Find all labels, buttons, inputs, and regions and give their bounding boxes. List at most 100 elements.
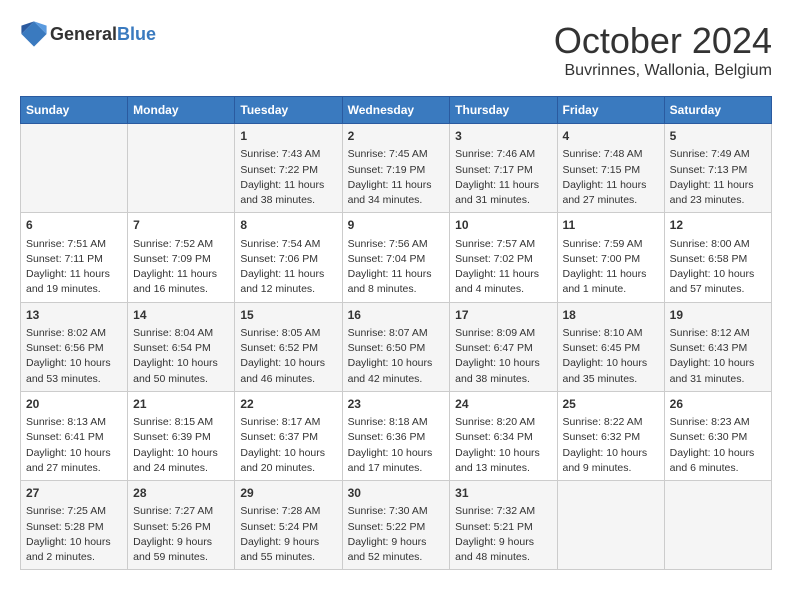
- day-info: Sunrise: 8:13 AM: [26, 415, 122, 430]
- day-number: 2: [348, 128, 445, 145]
- day-info: Daylight: 10 hours and 38 minutes.: [455, 356, 551, 386]
- calendar-cell: 13 Sunrise: 8:02 AMSunset: 6:56 PMDayligh…: [21, 302, 128, 391]
- calendar-header-row: SundayMondayTuesdayWednesdayThursdayFrid…: [21, 97, 772, 124]
- calendar-cell: 31Sunrise: 7:32 AMSunset: 5:21 PMDayligh…: [450, 481, 557, 570]
- day-number: 18: [563, 307, 659, 324]
- day-number: 24: [455, 396, 551, 413]
- column-header-sunday: Sunday: [21, 97, 128, 124]
- location-title: Buvrinnes, Wallonia, Belgium: [554, 62, 772, 80]
- day-info: Sunrise: 8:09 AM: [455, 326, 551, 341]
- day-info: Sunrise: 7:56 AM: [348, 237, 445, 252]
- day-info: Sunset: 5:21 PM: [455, 520, 551, 535]
- day-number: 23: [348, 396, 445, 413]
- day-info: Sunrise: 7:54 AM: [240, 237, 336, 252]
- day-info: Daylight: 10 hours and 9 minutes.: [563, 446, 659, 476]
- day-info: Daylight: 11 hours and 1 minute.: [563, 267, 659, 297]
- day-info: Daylight: 11 hours and 4 minutes.: [455, 267, 551, 297]
- day-info: Sunrise: 8:07 AM: [348, 326, 445, 341]
- calendar-cell: 4Sunrise: 7:48 AMSunset: 7:15 PMDaylight…: [557, 124, 664, 213]
- calendar-cell: [557, 481, 664, 570]
- day-number: 4: [563, 128, 659, 145]
- calendar-cell: 11 Sunrise: 7:59 AMSunset: 7:00 PMDayligh…: [557, 213, 664, 302]
- calendar-cell: 19Sunrise: 8:12 AMSunset: 6:43 PMDayligh…: [664, 302, 771, 391]
- day-info: Sunrise: 7:45 AM: [348, 147, 445, 162]
- day-info: Sunset: 6:41 PM: [26, 430, 122, 445]
- calendar-cell: 28Sunrise: 7:27 AMSunset: 5:26 PMDayligh…: [128, 481, 235, 570]
- day-info: Sunset: 7:19 PM: [348, 163, 445, 178]
- calendar-cell: 22Sunrise: 8:17 AMSunset: 6:37 PMDayligh…: [235, 391, 342, 480]
- calendar-cell: 26Sunrise: 8:23 AMSunset: 6:30 PMDayligh…: [664, 391, 771, 480]
- calendar-cell: 10Sunrise: 7:57 AMSunset: 7:02 PMDayligh…: [450, 213, 557, 302]
- day-info: Sunset: 5:28 PM: [26, 520, 122, 535]
- day-info: Sunrise: 8:23 AM: [670, 415, 766, 430]
- day-info: Daylight: 10 hours and 53 minutes.: [26, 356, 122, 386]
- day-info: Daylight: 10 hours and 57 minutes.: [670, 267, 766, 297]
- day-info: Daylight: 11 hours and 8 minutes.: [348, 267, 445, 297]
- calendar-week-row: 1Sunrise: 7:43 AMSunset: 7:22 PMDaylight…: [21, 124, 772, 213]
- day-info: Sunrise: 7:46 AM: [455, 147, 551, 162]
- calendar-cell: 30Sunrise: 7:30 AMSunset: 5:22 PMDayligh…: [342, 481, 450, 570]
- day-info: Sunrise: 8:04 AM: [133, 326, 229, 341]
- day-info: Sunset: 6:34 PM: [455, 430, 551, 445]
- day-info: Daylight: 10 hours and 17 minutes.: [348, 446, 445, 476]
- day-number: 7: [133, 217, 229, 234]
- day-number: 21: [133, 396, 229, 413]
- day-number: 25: [563, 396, 659, 413]
- day-info: Daylight: 9 hours and 52 minutes.: [348, 535, 445, 565]
- day-info: Daylight: 10 hours and 31 minutes.: [670, 356, 766, 386]
- day-number: 11: [563, 217, 659, 234]
- day-info: Sunset: 6:58 PM: [670, 252, 766, 267]
- day-info: Sunrise: 7:48 AM: [563, 147, 659, 162]
- calendar-cell: [664, 481, 771, 570]
- day-info: Daylight: 10 hours and 2 minutes.: [26, 535, 122, 565]
- day-info: Daylight: 11 hours and 12 minutes.: [240, 267, 336, 297]
- column-header-tuesday: Tuesday: [235, 97, 342, 124]
- day-info: Daylight: 11 hours and 23 minutes.: [670, 178, 766, 208]
- calendar-cell: 12Sunrise: 8:00 AMSunset: 6:58 PMDayligh…: [664, 213, 771, 302]
- day-number: 22: [240, 396, 336, 413]
- day-number: 8: [240, 217, 336, 234]
- day-info: Sunset: 6:30 PM: [670, 430, 766, 445]
- day-info: Daylight: 10 hours and 13 minutes.: [455, 446, 551, 476]
- day-info: Daylight: 10 hours and 27 minutes.: [26, 446, 122, 476]
- calendar-cell: 18Sunrise: 8:10 AMSunset: 6:45 PMDayligh…: [557, 302, 664, 391]
- day-info: Daylight: 9 hours and 48 minutes.: [455, 535, 551, 565]
- day-info: Daylight: 10 hours and 42 minutes.: [348, 356, 445, 386]
- day-number: 16: [348, 307, 445, 324]
- day-number: 12: [670, 217, 766, 234]
- day-info: Sunrise: 7:27 AM: [133, 504, 229, 519]
- day-info: Sunset: 6:54 PM: [133, 341, 229, 356]
- day-number: 13: [26, 307, 122, 324]
- day-number: 14: [133, 307, 229, 324]
- day-info: Sunrise: 7:51 AM: [26, 237, 122, 252]
- calendar-cell: 21Sunrise: 8:15 AMSunset: 6:39 PMDayligh…: [128, 391, 235, 480]
- day-info: Sunset: 7:00 PM: [563, 252, 659, 267]
- calendar-week-row: 13Sunrise: 8:02 AMSunset: 6:56 PMDayligh…: [21, 302, 772, 391]
- day-info: Sunset: 7:09 PM: [133, 252, 229, 267]
- day-info: Daylight: 10 hours and 24 minutes.: [133, 446, 229, 476]
- calendar-week-row: 6Sunrise: 7:51 AMSunset: 7:11 PMDaylight…: [21, 213, 772, 302]
- day-info: Daylight: 10 hours and 50 minutes.: [133, 356, 229, 386]
- day-info: Daylight: 11 hours and 34 minutes.: [348, 178, 445, 208]
- day-info: Sunset: 7:11 PM: [26, 252, 122, 267]
- day-info: Sunset: 6:39 PM: [133, 430, 229, 445]
- day-info: Sunset: 7:06 PM: [240, 252, 336, 267]
- day-info: Sunset: 5:26 PM: [133, 520, 229, 535]
- calendar-cell: 16Sunrise: 8:07 AMSunset: 6:50 PMDayligh…: [342, 302, 450, 391]
- day-info: Sunrise: 7:32 AM: [455, 504, 551, 519]
- day-info: Sunrise: 7:59 AM: [563, 237, 659, 252]
- day-info: Sunset: 6:52 PM: [240, 341, 336, 356]
- day-info: Sunset: 6:45 PM: [563, 341, 659, 356]
- day-info: Sunset: 6:56 PM: [26, 341, 122, 356]
- column-header-saturday: Saturday: [664, 97, 771, 124]
- column-header-monday: Monday: [128, 97, 235, 124]
- day-info: Sunset: 7:17 PM: [455, 163, 551, 178]
- calendar-cell: 3Sunrise: 7:46 AMSunset: 7:17 PMDaylight…: [450, 124, 557, 213]
- day-info: Sunrise: 8:02 AM: [26, 326, 122, 341]
- day-info: Sunrise: 8:12 AM: [670, 326, 766, 341]
- calendar-cell: 9Sunrise: 7:56 AMSunset: 7:04 PMDaylight…: [342, 213, 450, 302]
- day-number: 1: [240, 128, 336, 145]
- logo: GeneralBlue: [20, 20, 156, 48]
- column-header-friday: Friday: [557, 97, 664, 124]
- day-info: Daylight: 10 hours and 46 minutes.: [240, 356, 336, 386]
